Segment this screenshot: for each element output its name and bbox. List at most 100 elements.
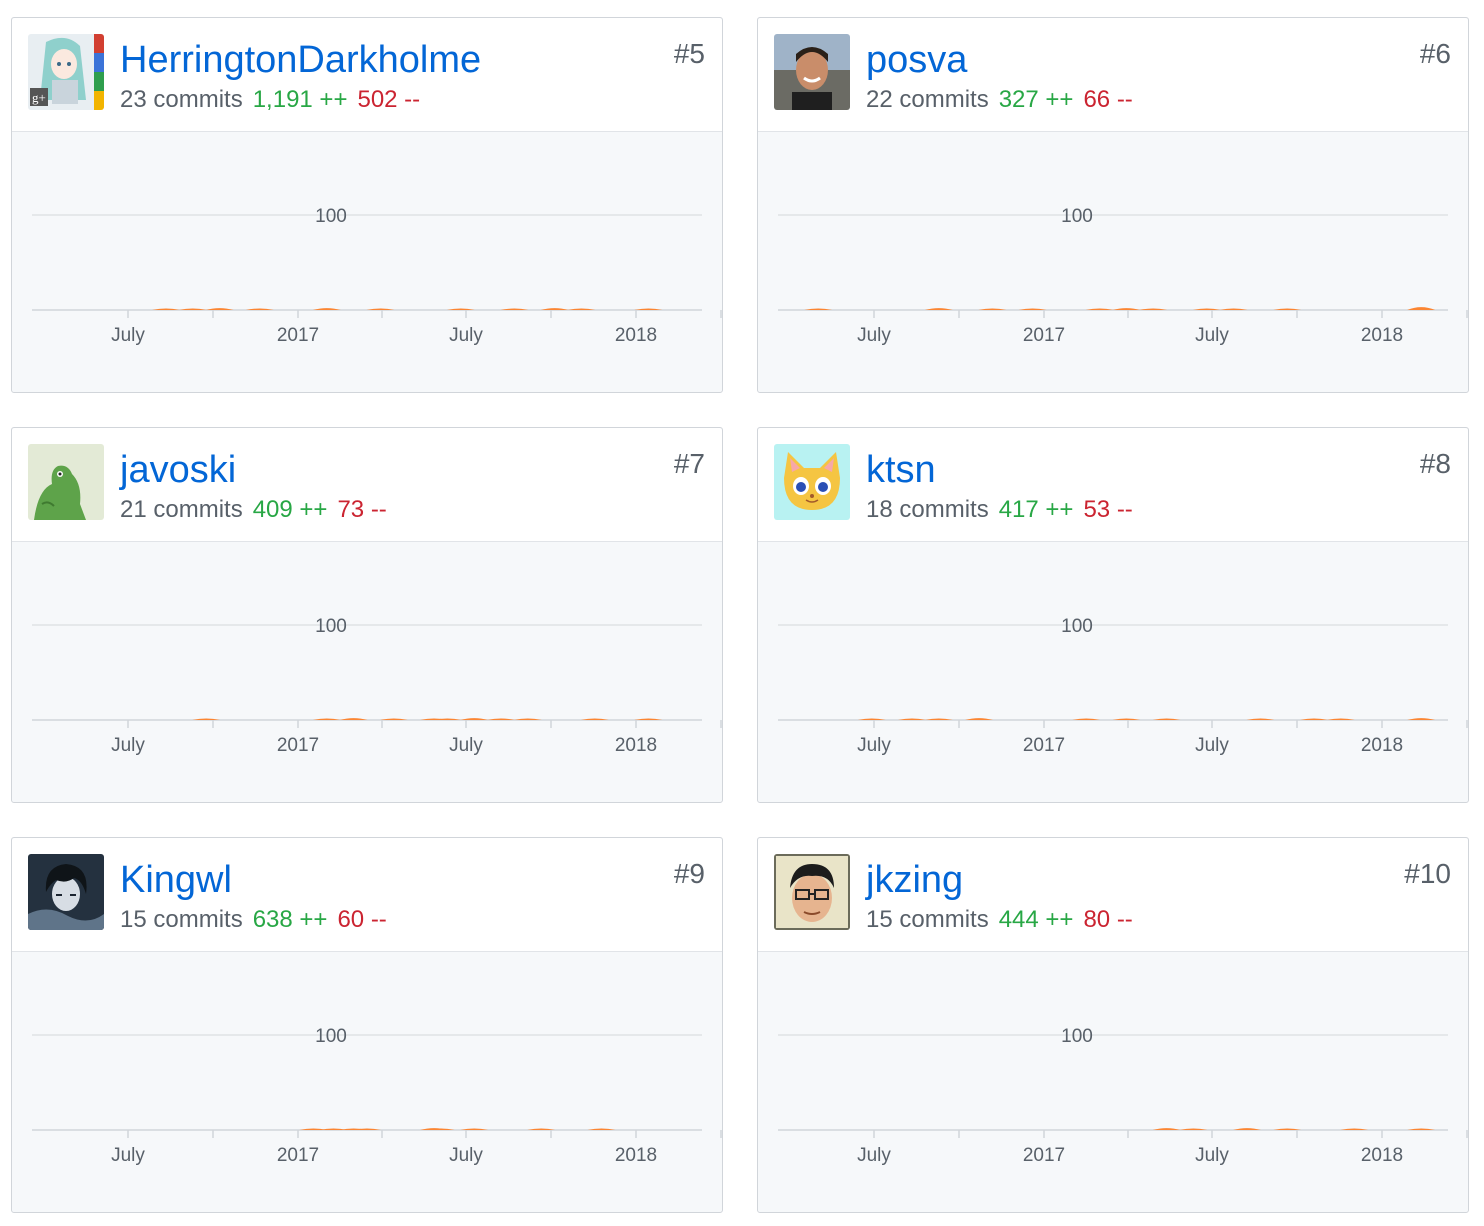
commit-activity-chart: 100 July 2017 July 2018 xyxy=(32,206,722,346)
commit-area-mark xyxy=(1233,1128,1261,1130)
rank-label: #8 xyxy=(1419,448,1451,479)
commit-area-mark xyxy=(379,718,408,720)
username-link[interactable]: javoski xyxy=(120,448,236,492)
commit-area-mark xyxy=(1407,1128,1436,1130)
commit-area-mark xyxy=(1273,1128,1302,1130)
commit-area-mark xyxy=(1407,307,1436,310)
commit-area-mark xyxy=(965,718,993,720)
commit-count[interactable]: 18 commits xyxy=(866,496,989,523)
commit-area-mark xyxy=(500,308,529,310)
x-tick-label: 2018 xyxy=(1361,1145,1403,1166)
contribution-stats: 22 commits 327 ++ 66 -- xyxy=(866,85,1143,115)
additions-count: 417 ++ xyxy=(998,496,1074,523)
commit-activity-chart: 100 July 2017 July 2018 xyxy=(778,616,1468,756)
y-tick-label: 100 xyxy=(315,206,347,227)
additions-count: 409 ++ xyxy=(252,496,328,523)
contributor-card: jkzing 15 commits 444 ++ 80 -- #10 100 July… xyxy=(757,837,1469,1213)
cat-avatar-icon[interactable] xyxy=(774,444,850,520)
x-tick-label: July xyxy=(111,1145,145,1166)
frog-avatar-icon[interactable] xyxy=(28,444,104,520)
username-link[interactable]: jkzing xyxy=(866,858,963,902)
additions-count: 444 ++ xyxy=(998,906,1074,933)
username-link[interactable]: ktsn xyxy=(866,448,936,492)
username-link[interactable]: HerringtonDarkholme xyxy=(120,38,481,82)
commit-area-mark xyxy=(924,308,953,310)
x-tick-label: 2018 xyxy=(1361,325,1403,346)
commit-area-mark xyxy=(1192,308,1221,310)
commit-area-mark xyxy=(487,718,515,720)
x-tick-label: July xyxy=(1195,325,1229,346)
card-header: ktsn 18 commits 417 ++ 53 -- #8 xyxy=(758,428,1468,542)
x-tick-label: July xyxy=(857,735,891,756)
x-tick-label: July xyxy=(857,1145,891,1166)
deletions-count: 53 -- xyxy=(1083,496,1133,523)
commit-area-mark xyxy=(527,1128,556,1130)
commit-activity-chart: 100 July 2017 July 2018 xyxy=(32,616,722,756)
commit-area-mark xyxy=(978,308,1007,310)
additions-count: 327 ++ xyxy=(998,86,1074,113)
commit-area-mark xyxy=(587,1128,616,1130)
contribution-stats: 23 commits 1,191 ++ 502 -- xyxy=(120,85,430,115)
deletions-count: 80 -- xyxy=(1083,906,1133,933)
x-tick-label: July xyxy=(857,325,891,346)
card-header: javoski 21 commits 409 ++ 73 -- #7 xyxy=(12,428,722,542)
contributor-card: posva 22 commits 327 ++ 66 -- #6 100 July 20… xyxy=(757,17,1469,393)
commit-area-mark xyxy=(1407,718,1436,720)
commit-area-mark xyxy=(312,718,341,720)
card-header: posva 22 commits 327 ++ 66 -- #6 xyxy=(758,18,1468,132)
deletions-count: 60 -- xyxy=(337,906,387,933)
commit-area-mark xyxy=(1326,718,1355,720)
commit-count[interactable]: 23 commits xyxy=(120,86,243,113)
username-link[interactable]: posva xyxy=(866,38,967,82)
commit-area-mark xyxy=(1300,718,1328,720)
commit-count[interactable]: 15 commits xyxy=(866,906,989,933)
x-tick-label: July xyxy=(111,325,145,346)
y-tick-label: 100 xyxy=(1061,1026,1093,1047)
username-link[interactable]: Kingwl xyxy=(120,858,232,902)
card-header: Kingwl 15 commits 638 ++ 60 -- #9 xyxy=(12,838,722,952)
commit-area-mark xyxy=(924,718,953,720)
commit-area-mark xyxy=(1273,308,1302,310)
anime-avatar-icon[interactable]: g+ xyxy=(28,34,104,110)
commit-area-mark xyxy=(446,308,475,310)
additions-count: 1,191 ++ xyxy=(252,86,348,113)
commit-area-mark xyxy=(205,308,234,310)
commit-count[interactable]: 22 commits xyxy=(866,86,989,113)
photo-avatar-icon[interactable] xyxy=(774,34,850,110)
rank-label: #5 xyxy=(673,38,705,69)
x-tick-label: July xyxy=(449,735,483,756)
commit-area-mark xyxy=(1018,308,1047,310)
commit-area-mark xyxy=(513,718,542,720)
commit-area-mark xyxy=(634,718,663,720)
x-tick-label: July xyxy=(111,735,145,756)
additions-count: 638 ++ xyxy=(252,906,328,933)
commit-area-mark xyxy=(540,308,569,310)
commit-count[interactable]: 15 commits xyxy=(120,906,243,933)
commit-activity-chart: 100 July 2017 July 2018 xyxy=(778,206,1468,346)
rank-label: #6 xyxy=(1419,38,1451,69)
x-tick-label: 2018 xyxy=(1361,735,1403,756)
dark-hair-avatar-icon[interactable] xyxy=(28,854,104,930)
rank-label: #7 xyxy=(673,448,705,479)
commit-activity-chart: 100 July 2017 July 2018 xyxy=(778,1026,1468,1166)
glasses-avatar-icon[interactable] xyxy=(774,854,850,930)
commit-activity-chart: 100 July 2017 July 2018 xyxy=(32,1026,722,1166)
contribution-stats: 18 commits 417 ++ 53 -- xyxy=(866,495,1143,525)
deletions-count: 73 -- xyxy=(337,496,387,523)
commit-count[interactable]: 21 commits xyxy=(120,496,243,523)
x-tick-label: July xyxy=(1195,1145,1229,1166)
contributor-card: g+ HerringtonDarkholme 23 commits 1,191 +… xyxy=(11,17,723,393)
commit-area-mark xyxy=(312,308,341,310)
x-tick-label: 2017 xyxy=(1023,1145,1065,1166)
deletions-count: 66 -- xyxy=(1083,86,1133,113)
y-tick-label: 100 xyxy=(1061,206,1093,227)
commit-area-mark xyxy=(857,718,886,720)
svg-text:g+: g+ xyxy=(32,90,46,105)
x-tick-label: 2017 xyxy=(277,735,319,756)
x-tick-label: July xyxy=(449,1145,483,1166)
y-tick-label: 100 xyxy=(1061,616,1093,637)
rank-label: #10 xyxy=(1404,858,1451,889)
x-tick-label: July xyxy=(449,325,483,346)
commit-area-mark xyxy=(1246,718,1275,720)
commit-area-mark xyxy=(339,718,368,720)
